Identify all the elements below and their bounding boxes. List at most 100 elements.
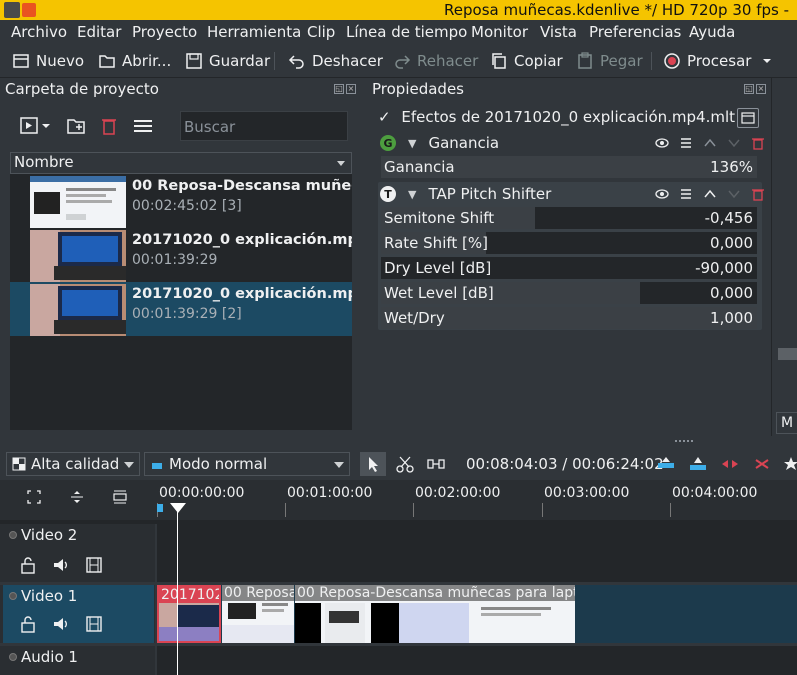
menu-herramienta[interactable]: Herramienta	[207, 23, 301, 41]
effects-enable-checkbox[interactable]: ✓	[378, 108, 391, 126]
lift-zone-icon[interactable]	[752, 455, 772, 473]
edit-mode-combo[interactable]: Modo normal	[144, 452, 350, 476]
new-button[interactable]: Nuevo	[12, 50, 84, 72]
menu-linea-de-tiempo[interactable]: Línea de tiempo	[346, 23, 467, 41]
paste-button[interactable]: Pegar	[576, 50, 643, 72]
properties-dock-buttons: ◱ ×	[744, 84, 766, 94]
open-button[interactable]: Abrir...	[98, 50, 171, 72]
effect-stack-button[interactable]	[737, 108, 759, 128]
menu-editar[interactable]: Editar	[77, 23, 121, 41]
track-controls	[19, 615, 103, 633]
menu-icon[interactable]	[679, 187, 693, 201]
playhead-marker-icon[interactable]	[170, 503, 186, 513]
speaker-icon[interactable]	[52, 615, 70, 633]
delete-effect-icon[interactable]	[751, 136, 765, 150]
zone-marker[interactable]	[157, 504, 163, 512]
track-height-icon[interactable]	[69, 489, 85, 505]
save-icon	[186, 53, 202, 69]
move-down-icon[interactable]	[727, 136, 741, 150]
float-icon[interactable]: ◱	[334, 84, 344, 94]
delete-effect-icon[interactable]	[751, 187, 765, 201]
effects-header: ✓ Efectos de 20171020_0 explicación.mp4.…	[378, 108, 735, 126]
redo-button[interactable]: Rehacer	[393, 50, 478, 72]
lock-icon[interactable]	[19, 615, 37, 633]
fit-zoom-icon[interactable]	[26, 489, 42, 505]
razor-cut-icon[interactable]	[396, 455, 414, 473]
copy-button[interactable]: Copiar	[490, 50, 563, 72]
param-wet-dry[interactable]: Wet/Dry 1,000	[381, 307, 757, 329]
menu-monitor[interactable]: Monitor	[471, 23, 528, 41]
menu-icon[interactable]	[679, 136, 693, 150]
project-search-input[interactable]: Buscar	[180, 111, 348, 141]
clip-row-selected[interactable]: 20171020_0 explicación.mp4.m 00:01:39:29…	[10, 282, 352, 336]
track-lane-video-2[interactable]	[157, 524, 797, 582]
close-icon[interactable]: ×	[346, 84, 356, 94]
timeline-clip[interactable]: 00 Reposa-Descansa muñecas para laptop	[295, 585, 575, 643]
param-rate-shift[interactable]: Rate Shift [%] 0,000	[381, 232, 757, 254]
film-icon[interactable]	[85, 556, 103, 574]
menu-preferencias[interactable]: Preferencias	[589, 23, 681, 41]
add-folder-icon[interactable]	[66, 116, 86, 136]
move-down-icon[interactable]	[727, 187, 741, 201]
scrollbar-handle[interactable]	[778, 348, 797, 360]
film-icon[interactable]	[85, 615, 103, 633]
speaker-icon[interactable]	[52, 556, 70, 574]
param-value: 136%	[710, 158, 753, 176]
float-icon[interactable]: ◱	[744, 84, 754, 94]
render-button[interactable]: Procesar	[663, 50, 773, 72]
webpage-thumbnail-image	[30, 176, 126, 228]
monitor-tab[interactable]: M	[776, 412, 797, 434]
timeline-clip-selected[interactable]: 20171020	[157, 585, 221, 643]
paste-icon	[578, 52, 592, 69]
close-icon[interactable]: ×	[756, 84, 766, 94]
quality-combo[interactable]: Alta calidad	[6, 452, 140, 476]
param-dry-level[interactable]: Dry Level [dB] -90,000	[381, 257, 757, 279]
effects-label: Efectos de 20171020_0 explicación.mp4.ml…	[401, 108, 736, 126]
spacer-tool-icon[interactable]	[426, 455, 446, 473]
save-button[interactable]: Guardar	[185, 50, 270, 72]
select-tool-button[interactable]	[360, 452, 386, 476]
menu-ayuda[interactable]: Ayuda	[689, 23, 735, 41]
timeline-clip[interactable]: 00 Reposa	[222, 585, 294, 643]
undo-button[interactable]: Deshacer	[288, 50, 383, 72]
param-semitone-shift[interactable]: Semitone Shift -0,456	[381, 207, 757, 229]
param-ganancia[interactable]: Ganancia 136%	[381, 156, 757, 178]
splitter-handle[interactable]	[675, 440, 693, 443]
favorite-star-icon[interactable]	[784, 455, 797, 473]
track-status-led	[9, 592, 17, 600]
insert-zone-icon[interactable]	[656, 455, 676, 473]
lock-icon[interactable]	[19, 556, 37, 574]
clip-row[interactable]: 00 Reposa-Descansa muñecas p 00:02:45:02…	[10, 174, 352, 228]
add-clip-icon[interactable]	[20, 116, 52, 136]
copy-label: Copiar	[514, 52, 563, 70]
column-header-nombre[interactable]: Nombre	[10, 152, 352, 174]
playhead[interactable]	[177, 503, 178, 675]
extract-zone-icon[interactable]	[720, 455, 740, 473]
move-up-icon[interactable]	[703, 136, 717, 150]
clip-name: 20171020_0 explicación.mp4.m	[132, 286, 352, 302]
menu-proyecto[interactable]: Proyecto	[132, 23, 197, 41]
track-lane-audio-1[interactable]	[157, 646, 797, 675]
track-header-audio-1[interactable]: Audio 1	[3, 646, 154, 675]
menu-list-icon[interactable]	[132, 116, 156, 136]
menu-vista[interactable]: Vista	[540, 23, 577, 41]
window-title: Reposa muñecas.kdenlive */ HD 720p 30 fp…	[444, 1, 789, 19]
collapse-arrow-icon[interactable]: ▼	[408, 188, 416, 201]
overwrite-zone-icon[interactable]	[688, 455, 708, 473]
clip-row[interactable]: 20171020_0 explicación.mp4 00:01:39:29	[10, 228, 352, 282]
undo-icon	[288, 55, 304, 69]
collapse-tracks-icon[interactable]	[112, 489, 128, 505]
param-wet-level[interactable]: Wet Level [dB] 0,000	[381, 282, 757, 304]
track-header-video-1[interactable]: Video 1	[3, 585, 154, 643]
menu-archivo[interactable]: Archivo	[11, 23, 67, 41]
eye-icon[interactable]	[655, 187, 669, 201]
param-value: 1,000	[710, 309, 753, 327]
chevron-down-icon[interactable]	[761, 55, 773, 67]
trash-icon[interactable]	[100, 116, 118, 136]
move-up-icon[interactable]	[703, 187, 717, 201]
track-header-video-2[interactable]: Video 2	[3, 524, 154, 582]
menu-clip[interactable]: Clip	[307, 23, 335, 41]
collapse-arrow-icon[interactable]: ▼	[408, 137, 416, 150]
folder-open-icon	[99, 55, 115, 68]
eye-icon[interactable]	[655, 136, 669, 150]
